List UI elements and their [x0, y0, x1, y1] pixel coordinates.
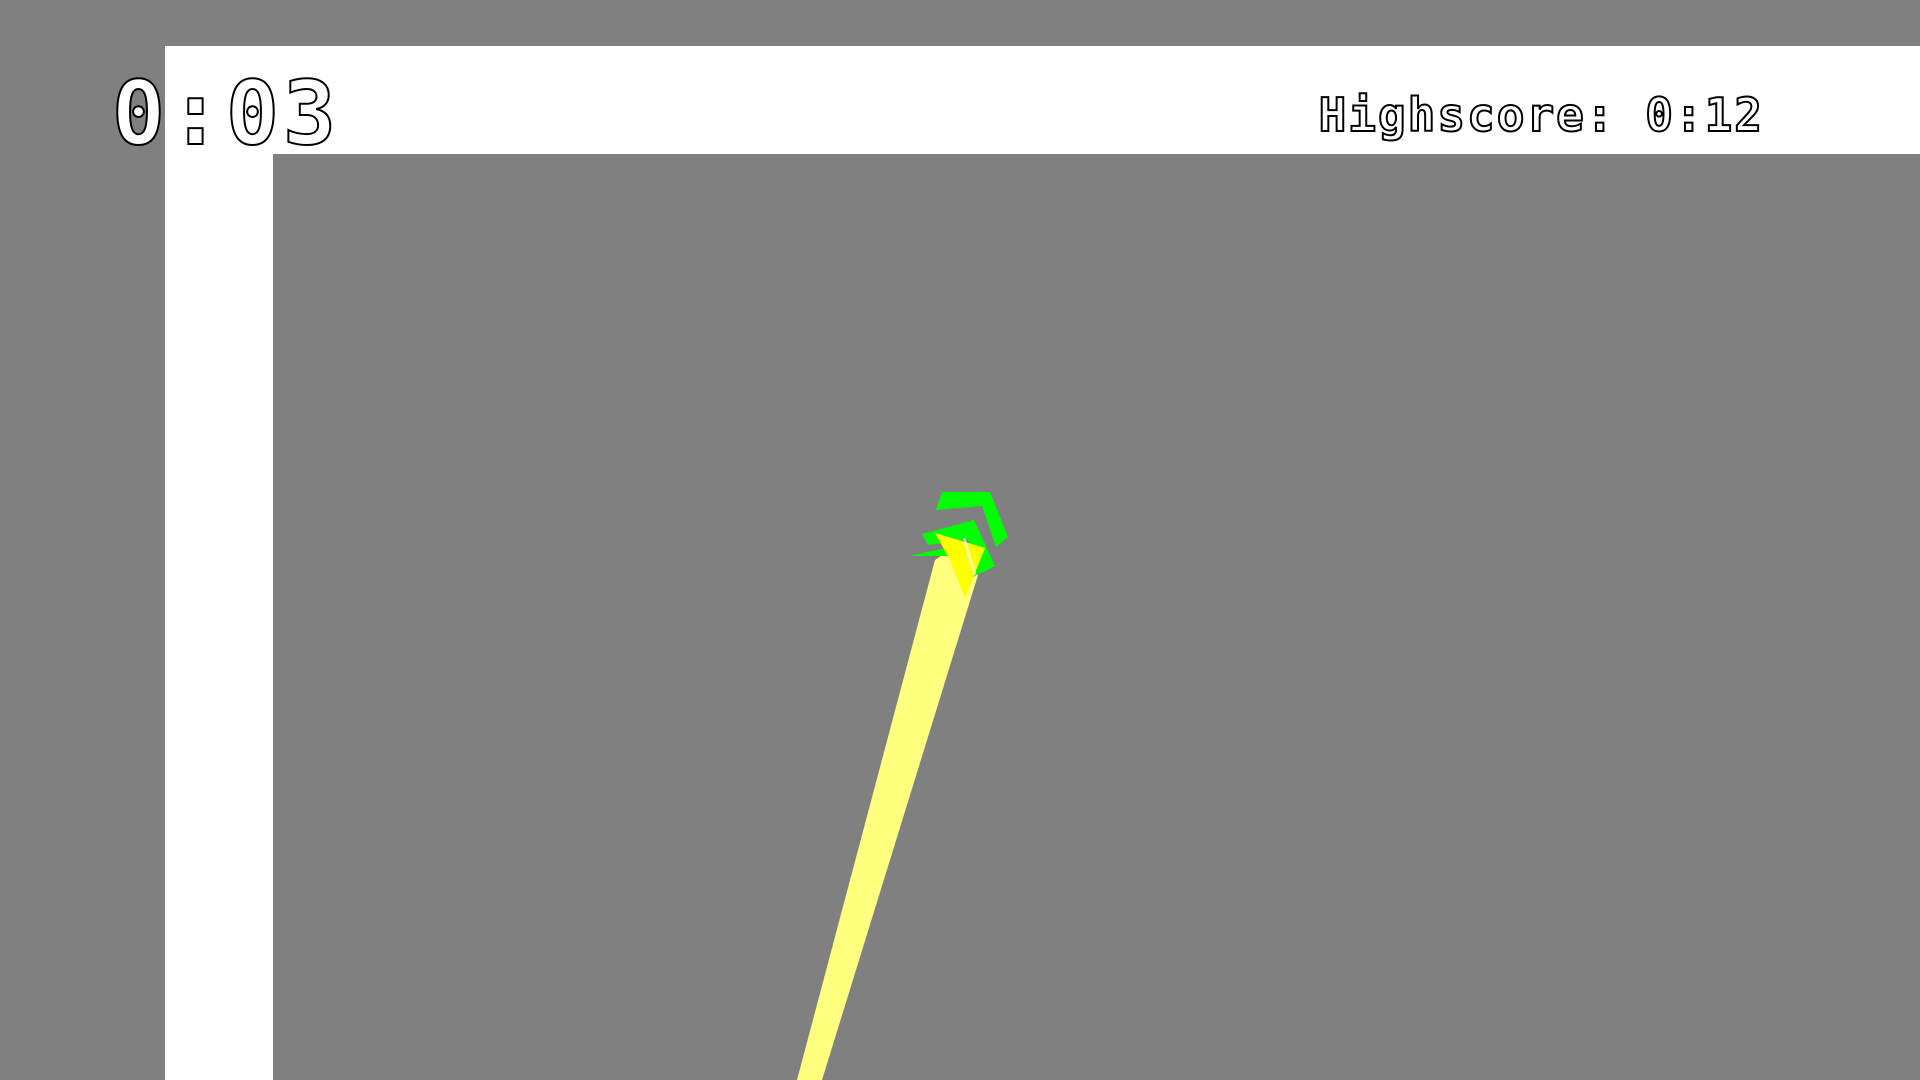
timer-display: 0:03 — [111, 62, 340, 165]
player-trail — [797, 545, 978, 1080]
highscore-display: Highscore: 0:12 — [1318, 88, 1764, 142]
player-ship — [910, 492, 1008, 598]
